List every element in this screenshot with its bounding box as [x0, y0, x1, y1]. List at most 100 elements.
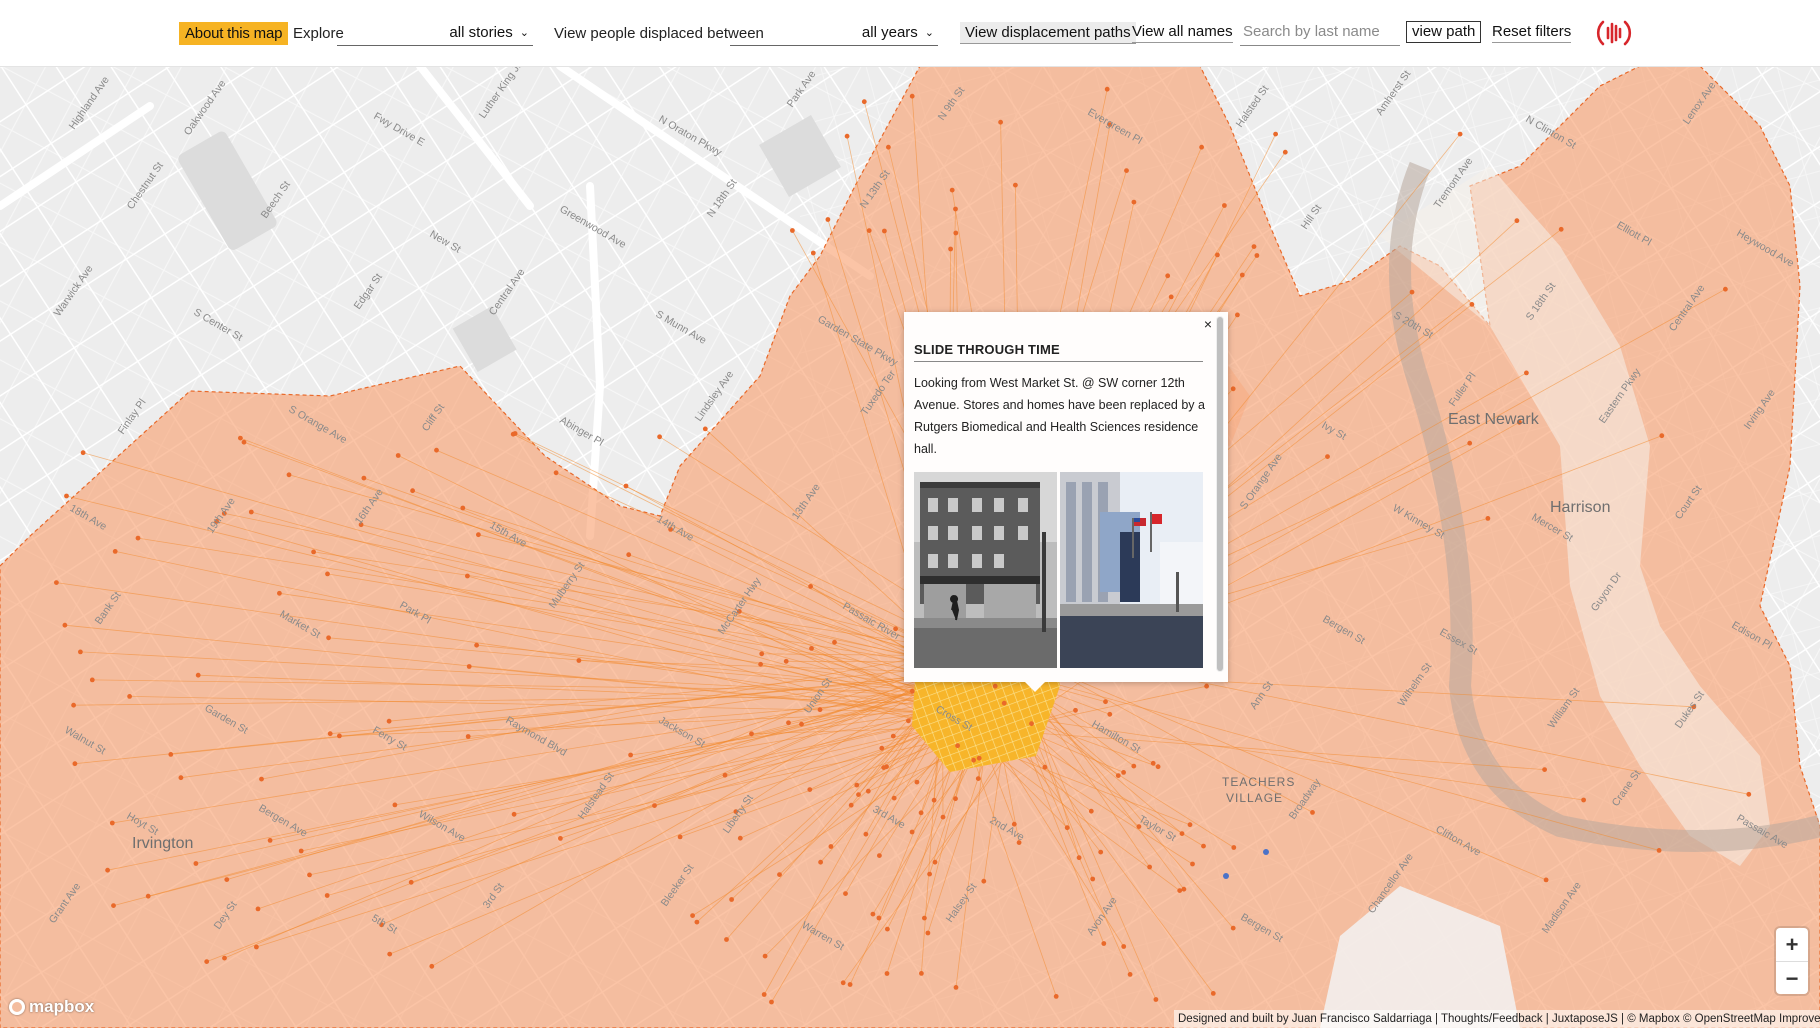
- destination-dot[interactable]: [940, 814, 946, 820]
- destination-dot[interactable]: [1273, 131, 1278, 137]
- destination-dot[interactable]: [111, 903, 116, 908]
- view-displacement-paths-button[interactable]: View displacement paths: [960, 0, 1136, 66]
- destination-dot[interactable]: [298, 848, 304, 854]
- destination-dot[interactable]: [1581, 797, 1586, 803]
- destination-dot[interactable]: [749, 731, 754, 737]
- destination-dot[interactable]: [777, 872, 782, 877]
- destination-dot[interactable]: [884, 764, 889, 770]
- destination-dot[interactable]: [861, 99, 867, 105]
- destination-dot[interactable]: [1147, 864, 1152, 870]
- view-path-button[interactable]: view path: [1406, 21, 1482, 43]
- destination-dot[interactable]: [62, 622, 68, 628]
- destination-dot[interactable]: [1457, 131, 1463, 137]
- destination-dot[interactable]: [847, 982, 853, 987]
- destination-dot[interactable]: [254, 944, 259, 950]
- destination-dot[interactable]: [78, 649, 83, 655]
- destination-dot[interactable]: [810, 250, 816, 256]
- map-attribution[interactable]: Designed and built by Juan Francisco Sal…: [1174, 1010, 1820, 1028]
- destination-dot[interactable]: [238, 435, 243, 441]
- destination-dot[interactable]: [1656, 848, 1662, 853]
- destination-dot[interactable]: [241, 439, 247, 445]
- destination-dot[interactable]: [971, 757, 976, 763]
- destination-dot[interactable]: [54, 580, 59, 585]
- zoom-out-button[interactable]: −: [1776, 962, 1808, 995]
- historic-photo[interactable]: [914, 472, 1057, 668]
- view-all-names-button[interactable]: View all names: [1132, 0, 1233, 66]
- destination-dot[interactable]: [843, 891, 848, 896]
- destination-dot[interactable]: [931, 797, 937, 803]
- last-name-search-input[interactable]: [1240, 19, 1399, 43]
- destination-dot[interactable]: [909, 829, 915, 835]
- destination-dot[interactable]: [286, 472, 292, 478]
- destination-dot[interactable]: [1543, 877, 1549, 883]
- destination-dot[interactable]: [145, 893, 151, 899]
- destination-dot[interactable]: [891, 795, 897, 801]
- destination-dot[interactable]: [1155, 764, 1161, 770]
- destination-dot[interactable]: [434, 447, 439, 453]
- destination-dot[interactable]: [1127, 972, 1133, 977]
- destination-dot[interactable]: [690, 913, 695, 918]
- destination-dot[interactable]: [702, 426, 708, 432]
- destination-dot[interactable]: [460, 505, 466, 511]
- destination-dot[interactable]: [844, 133, 850, 139]
- destination-dot[interactable]: [80, 450, 86, 456]
- destination-dot[interactable]: [109, 820, 115, 826]
- destination-dot[interactable]: [953, 985, 959, 990]
- destination-dot[interactable]: [337, 733, 342, 739]
- destination-dot[interactable]: [807, 787, 813, 792]
- destination-dot[interactable]: [922, 915, 927, 921]
- destination-dot[interactable]: [762, 953, 768, 959]
- destination-dot[interactable]: [311, 549, 316, 555]
- destination-dot[interactable]: [948, 246, 953, 252]
- destination-dot[interactable]: [277, 590, 282, 596]
- destination-dot[interactable]: [408, 879, 414, 885]
- destination-dot[interactable]: [865, 788, 871, 794]
- destination-dot[interactable]: [809, 646, 814, 651]
- destination-dot[interactable]: [890, 733, 896, 739]
- destination-dot[interactable]: [1168, 294, 1174, 300]
- destination-dot[interactable]: [135, 535, 141, 541]
- destination-dot[interactable]: [769, 999, 774, 1005]
- destination-dot[interactable]: [105, 867, 110, 873]
- destination-dot[interactable]: [799, 721, 804, 727]
- present-day-photo[interactable]: [1060, 472, 1203, 668]
- stories-select[interactable]: all stories ⌄: [337, 19, 533, 46]
- destination-dot[interactable]: [89, 677, 95, 683]
- destination-dot[interactable]: [465, 573, 470, 579]
- destination-dot[interactable]: [1231, 845, 1237, 850]
- destination-dot[interactable]: [998, 119, 1003, 125]
- destination-dot[interactable]: [1153, 997, 1159, 1002]
- destination-dot[interactable]: [1201, 843, 1206, 849]
- destination-dot[interactable]: [1107, 711, 1113, 717]
- destination-dot[interactable]: [326, 635, 331, 641]
- destination-dot[interactable]: [1150, 760, 1156, 766]
- destination-dot[interactable]: [876, 915, 882, 921]
- destination-dot[interactable]: [1746, 791, 1752, 797]
- map-canvas[interactable]: East Newark Harrison Irvington TEACHERS …: [0, 66, 1820, 1028]
- destination-dot[interactable]: [1542, 767, 1547, 772]
- destination-dot[interactable]: [1210, 991, 1216, 996]
- destination-dot[interactable]: [222, 955, 227, 961]
- destination-dot[interactable]: [429, 963, 435, 969]
- destination-dot[interactable]: [870, 911, 876, 917]
- destination-dot[interactable]: [1659, 433, 1665, 439]
- destination-dot[interactable]: [1053, 994, 1059, 999]
- destination-dot[interactable]: [465, 734, 471, 739]
- destination-dot[interactable]: [558, 836, 563, 841]
- destination-dot[interactable]: [832, 639, 837, 645]
- destination-dot[interactable]: [786, 720, 791, 726]
- destination-dot[interactable]: [327, 731, 333, 737]
- zoom-in-button[interactable]: +: [1776, 928, 1808, 962]
- destination-dot[interactable]: [1251, 244, 1257, 250]
- destination-dot[interactable]: [1524, 370, 1529, 376]
- destination-dot[interactable]: [1235, 312, 1240, 318]
- destination-dot[interactable]: [623, 483, 629, 489]
- destination-dot[interactable]: [828, 844, 834, 849]
- scrollbar-thumb[interactable]: [1217, 317, 1223, 671]
- destination-dot[interactable]: [885, 926, 890, 932]
- destination-dot[interactable]: [722, 772, 728, 778]
- destination-dot[interactable]: [953, 206, 958, 212]
- destination-dot[interactable]: [387, 951, 393, 957]
- destination-dot[interactable]: [1103, 699, 1108, 705]
- destination-dot[interactable]: [1199, 144, 1204, 150]
